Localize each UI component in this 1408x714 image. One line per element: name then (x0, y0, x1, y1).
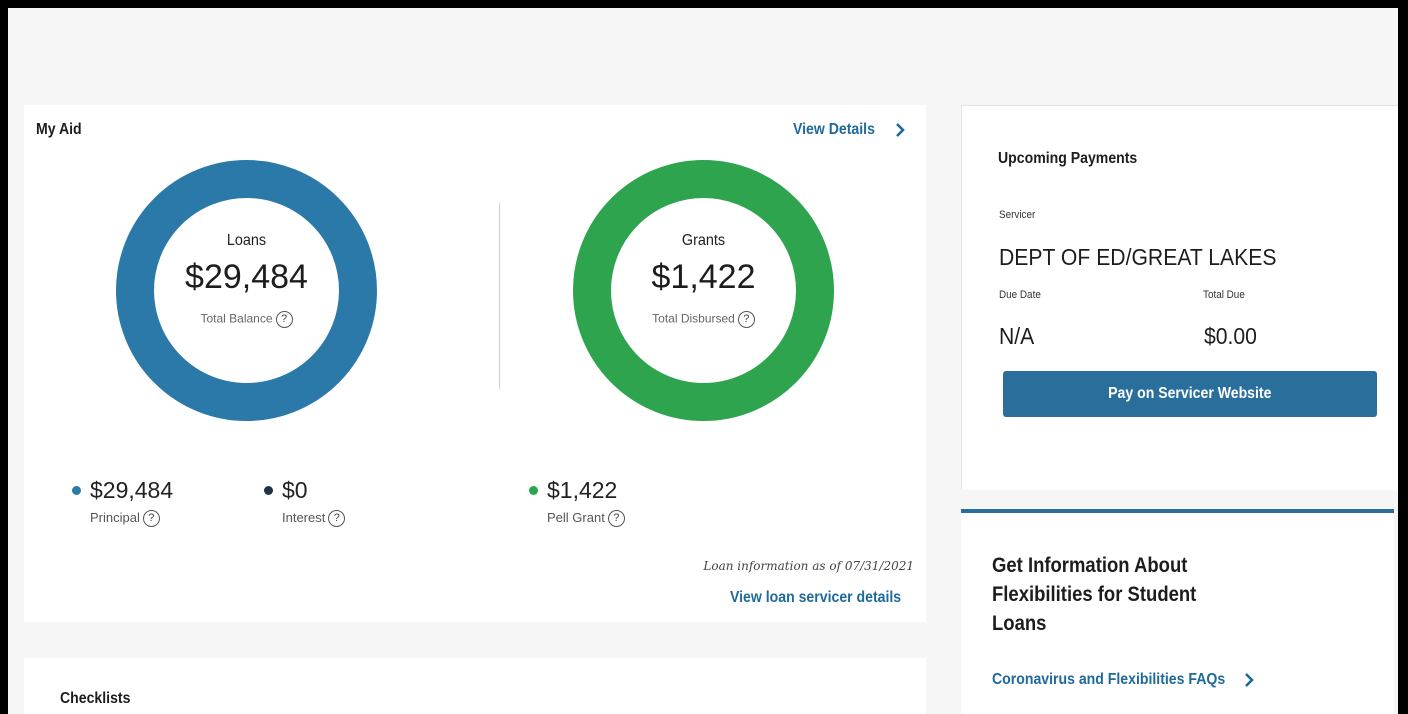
loans-value: $29,484 (185, 258, 308, 296)
help-icon[interactable]: ? (607, 510, 625, 528)
servicer-label: Servicer (999, 209, 1036, 221)
pell-grant-value: $1,422 (547, 477, 618, 503)
flexibilities-info-title: Get Information About Flexibilities for … (992, 554, 1197, 635)
principal-dot-icon (72, 486, 81, 495)
total-due-value: $0.00 (1204, 323, 1257, 349)
donut-divider (499, 203, 500, 389)
legend-principal: $29,484 Principal? (72, 477, 174, 528)
upcoming-payments-title: Upcoming Payments (998, 150, 1138, 167)
loans-sub-label: Total Balance (200, 311, 273, 326)
my-aid-title: My Aid (36, 121, 82, 138)
help-icon[interactable]: ? (737, 311, 755, 328)
legend-interest: $0 Interest? (264, 477, 346, 528)
pell-grant-label: Pell Grant (547, 510, 605, 525)
help-icon[interactable]: ? (328, 510, 346, 528)
checklists-title: Checklists (60, 690, 131, 707)
view-loan-servicer-details-link[interactable]: View loan servicer details (730, 589, 901, 607)
due-date-label: Due Date (999, 289, 1041, 301)
coronavirus-faqs-label: Coronavirus and Flexibilities FAQs (992, 671, 1226, 688)
grants-value: $1,422 (651, 258, 756, 296)
coronavirus-faqs-link[interactable]: Coronavirus and Flexibilities FAQs (992, 671, 1255, 689)
interest-label: Interest (282, 510, 326, 525)
view-details-link[interactable]: View Details (793, 121, 906, 139)
pay-on-servicer-website-button[interactable]: Pay on Servicer Website (1003, 371, 1377, 417)
page-frame: My Aid View Details Loans $29,484 Total … (8, 8, 1398, 714)
loans-donut: Loans $29,484 Total Balance? (116, 160, 377, 421)
loans-label: Loans (226, 232, 267, 249)
servicer-name: DEPT OF ED/GREAT LAKES (999, 244, 1277, 270)
loan-info-as-of: Loan information as of 07/31/2021 (703, 559, 914, 573)
help-icon[interactable]: ? (142, 510, 160, 528)
grants-donut: Grants $1,422 Total Disbursed? (573, 160, 834, 421)
upcoming-payments-card: Upcoming Payments Servicer DEPT OF ED/GR… (961, 105, 1398, 490)
interest-value: $0 (282, 477, 308, 503)
grants-label: Grants (681, 232, 726, 249)
legend-pell-grant: $1,422 Pell Grant? (529, 477, 625, 528)
help-icon[interactable]: ? (275, 311, 293, 328)
grants-sub-label: Total Disbursed (652, 311, 735, 326)
due-date-value: N/A (999, 323, 1035, 349)
principal-value: $29,484 (90, 477, 174, 503)
pay-button-label: Pay on Servicer Website (1108, 385, 1272, 402)
loans-total-balance: Total Balance? (154, 311, 339, 328)
total-due-label: Total Due (1203, 289, 1245, 301)
chevron-right-icon (1245, 673, 1254, 687)
my-aid-card: My Aid View Details Loans $29,484 Total … (24, 105, 926, 622)
checklists-card: Checklists (24, 658, 926, 714)
chevron-right-icon (896, 123, 905, 137)
pell-grant-dot-icon (529, 486, 538, 495)
grants-total-disbursed: Total Disbursed? (611, 311, 796, 328)
interest-dot-icon (264, 486, 273, 495)
view-details-label: View Details (793, 121, 875, 138)
flexibilities-info-card: Get Information About Flexibilities for … (961, 509, 1394, 714)
principal-label: Principal (90, 510, 140, 525)
